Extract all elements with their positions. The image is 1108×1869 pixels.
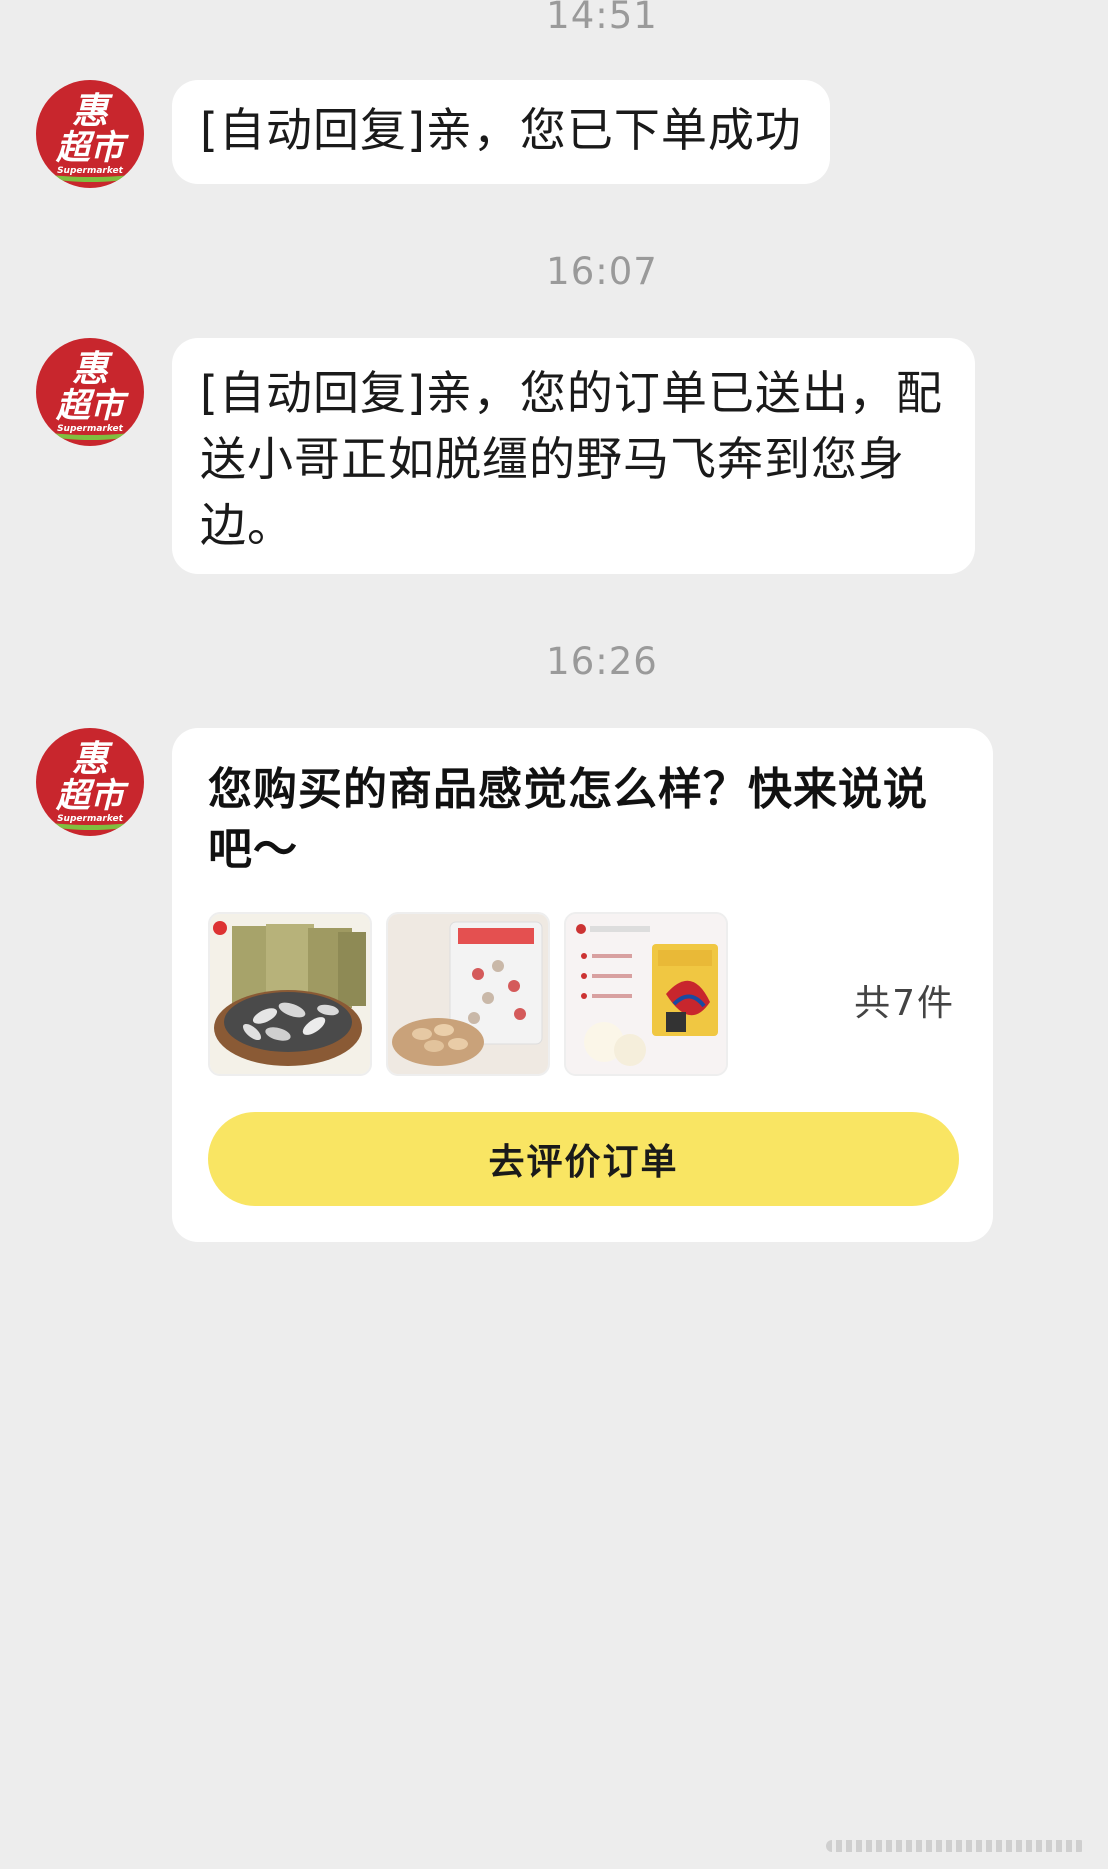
product-thumbnail[interactable] <box>564 912 728 1076</box>
message-text: [自动回复]亲，您的订单已送出，配送小哥正如脱缰的野马飞奔到您身边。 <box>200 366 943 552</box>
store-avatar[interactable]: 惠 超市 Supermarket <box>36 728 144 836</box>
message-bubble[interactable]: [自动回复]亲，您已下单成功 <box>172 80 830 184</box>
timestamp: 16:26 <box>546 640 658 683</box>
avatar-logo-sub: Supermarket <box>57 424 123 434</box>
product-thumbnails <box>208 912 728 1076</box>
avatar-logo-text: 惠 <box>71 91 108 132</box>
product-thumbnail[interactable] <box>208 912 372 1076</box>
yeast-image <box>566 914 726 1074</box>
avatar-logo-text: 惠 <box>71 739 108 780</box>
review-order-button[interactable]: 去评价订单 <box>208 1112 959 1206</box>
avatar-logo-text: 惠 <box>71 349 108 390</box>
message-bubble[interactable]: [自动回复]亲，您的订单已送出，配送小哥正如脱缰的野马飞奔到您身边。 <box>172 338 975 574</box>
avatar-logo-sub: Supermarket <box>57 814 123 824</box>
avatar-logo-text: 超市 <box>56 776 124 816</box>
avatar-logo-text: 超市 <box>56 386 124 426</box>
store-avatar[interactable]: 惠 超市 Supermarket <box>36 80 144 188</box>
avatar-logo-sub: Supermarket <box>57 166 123 176</box>
review-card[interactable]: 您购买的商品感觉怎么样？快来说说吧～ 共7件 去评价订单 <box>172 728 993 1242</box>
product-thumbnail[interactable] <box>386 912 550 1076</box>
timestamp: 16:07 <box>546 250 658 293</box>
peanuts-image <box>388 914 548 1074</box>
card-title: 您购买的商品感觉怎么样？快来说说吧～ <box>208 764 928 875</box>
message-text: [自动回复]亲，您已下单成功 <box>200 103 802 157</box>
avatar-logo-text: 超市 <box>56 128 124 168</box>
item-count: 共7件 <box>854 983 955 1024</box>
store-avatar[interactable]: 惠 超市 Supermarket <box>36 338 144 446</box>
timestamp: 14:51 <box>546 0 658 37</box>
sunflower-seeds-image <box>210 914 370 1074</box>
bottom-watermark <box>826 1840 1086 1852</box>
